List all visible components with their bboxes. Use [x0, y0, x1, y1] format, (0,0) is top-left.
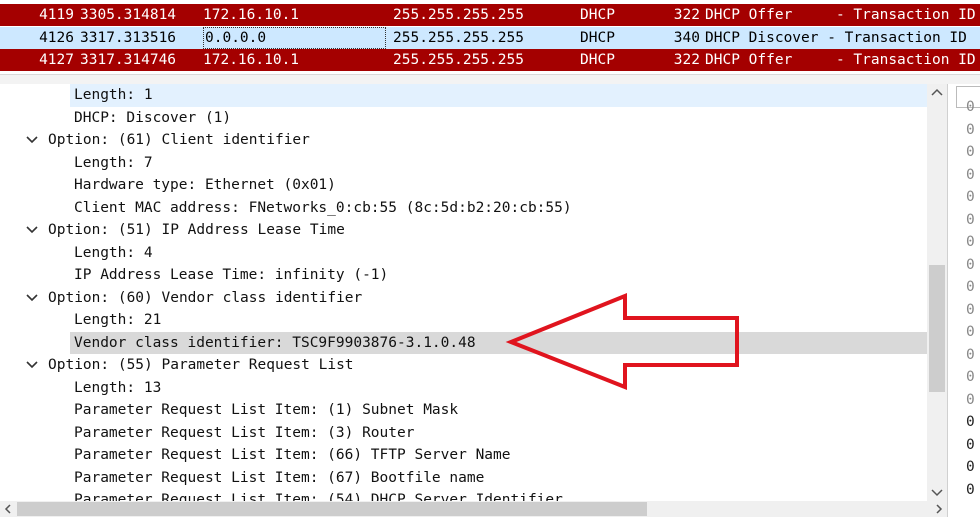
- packet-length: 322: [673, 7, 700, 23]
- tree-node-label: Parameter Request List Item: (66) TFTP S…: [74, 447, 511, 463]
- tree-node-option[interactable]: Option: (60) Vendor class identifier: [0, 287, 927, 310]
- tree-node-label: Length: 21: [74, 312, 162, 328]
- bytes-offset-digit: 0: [966, 211, 975, 228]
- details-vertical-scrollbar[interactable]: [927, 84, 947, 501]
- tree-node-label: Length: 4: [74, 244, 153, 261]
- tree-node-field[interactable]: IP Address Lease Time: infinity (-1): [0, 264, 927, 287]
- packet-info: DHCP Discover - Transaction ID: [705, 30, 967, 46]
- chevron-right-icon: [936, 504, 943, 514]
- tree-node-label: Option: (51) IP Address Lease Time: [48, 222, 345, 238]
- packet-bytes-pane: 0 0 0 0 0 0 0 0 0 0 0 0 0 0 0 0 0 0: [947, 84, 980, 517]
- tree-node-label: Parameter Request List Item: (67) Bootfi…: [74, 469, 485, 486]
- tree-node-field[interactable]: Length: 7: [0, 152, 927, 175]
- scroll-left-button[interactable]: [0, 501, 16, 517]
- tree-node-label: IP Address Lease Time: infinity (-1): [74, 267, 389, 283]
- packet-protocol: DHCP: [580, 30, 615, 46]
- tree-node-field[interactable]: Length: 13: [0, 377, 927, 400]
- bytes-offset-digit: 0: [966, 166, 975, 183]
- packet-details-tree: Length: 1 DHCP: Discover (1) Option: (61) …: [0, 84, 927, 501]
- packet-row[interactable]: 4119 3305.314814 172.16.10.1 255.255.255…: [0, 4, 980, 26]
- hscroll-thumb[interactable]: [17, 502, 647, 516]
- bytes-offset-digit: 0: [966, 369, 975, 385]
- bytes-offset-digit: 0: [966, 346, 975, 363]
- packet-destination: 255.255.255.255: [393, 7, 524, 23]
- packet-info: DHCP Offer - Transaction ID: [705, 7, 976, 23]
- bytes-offset-digit: 0: [966, 279, 975, 295]
- tree-node-label: Length: 13: [74, 379, 162, 396]
- bytes-offset-digit: 0: [966, 391, 975, 408]
- tree-node-field[interactable]: Parameter Request List Item: (3) Router: [0, 422, 927, 445]
- tree-node-label: Option: (60) Vendor class identifier: [48, 289, 363, 306]
- packet-length: 340: [673, 30, 700, 46]
- tree-node-option[interactable]: Option: (51) IP Address Lease Time: [0, 219, 927, 242]
- packet-time: 3305.314814: [80, 7, 177, 23]
- chevron-down-icon[interactable]: [24, 287, 40, 309]
- tree-node-label: Length: 7: [74, 154, 153, 171]
- tree-node-field[interactable]: Length: 21: [0, 309, 927, 332]
- bytes-offset-digit: 0: [966, 256, 975, 273]
- packet-time: 3317.314746: [80, 52, 177, 68]
- bytes-offset-digit: 0: [966, 144, 975, 160]
- tree-node-option[interactable]: Option: (55) Parameter Request List: [0, 354, 927, 377]
- bytes-offset-digit: 0: [966, 459, 975, 475]
- packet-source: 0.0.0.0: [203, 27, 386, 49]
- packet-source: 172.16.10.1: [203, 7, 300, 23]
- packet-number: 4127: [39, 52, 74, 68]
- packet-list: 4119 3305.314814 172.16.10.1 255.255.255…: [0, 0, 980, 74]
- chevron-down-icon[interactable]: [24, 354, 40, 376]
- packet-destination: 255.255.255.255: [393, 52, 524, 68]
- bytes-offset-digit: 0: [966, 324, 975, 340]
- bytes-offset-digit: 0: [966, 301, 975, 318]
- bytes-offset-digit: 0: [966, 481, 975, 498]
- tree-node-field[interactable]: Parameter Request List Item: (67) Bootfi…: [0, 467, 927, 490]
- tree-node-label: Parameter Request List Item: (54) DHCP S…: [74, 492, 563, 501]
- bytes-offset-digit: 0: [966, 436, 975, 453]
- bytes-offset-digit: 0: [966, 121, 975, 138]
- packet-number: 4119: [39, 7, 74, 23]
- tree-node-label: Option: (55) Parameter Request List: [48, 357, 354, 373]
- scroll-thumb[interactable]: [929, 265, 945, 392]
- tree-node-label: Parameter Request List Item: (1) Subnet …: [74, 402, 459, 418]
- tree-node-label: Hardware type: Ethernet (0x01): [74, 177, 336, 193]
- tree-node-label: Length: 1: [74, 87, 153, 103]
- packet-destination: 255.255.255.255: [393, 30, 524, 46]
- packet-number: 4126: [39, 30, 74, 46]
- chevron-left-icon: [4, 504, 11, 514]
- bytes-offset-digit: 0: [966, 414, 975, 430]
- tree-node-option[interactable]: Option: (61) Client identifier: [0, 129, 927, 152]
- packet-protocol: DHCP: [580, 52, 615, 68]
- tree-node-field[interactable]: Parameter Request List Item: (66) TFTP S…: [0, 444, 927, 467]
- bytes-offset-digit: 0: [966, 99, 975, 115]
- tree-node-field[interactable]: DHCP: Discover (1): [0, 107, 927, 130]
- tree-node-field[interactable]: Parameter Request List Item: (1) Subnet …: [0, 399, 927, 422]
- packet-info: DHCP Offer - Transaction ID: [705, 52, 976, 68]
- tree-node-field[interactable]: Hardware type: Ethernet (0x01): [0, 174, 927, 197]
- packet-length: 322: [673, 52, 700, 68]
- tree-node-label: Option: (61) Client identifier: [48, 132, 310, 148]
- chevron-down-icon[interactable]: [24, 129, 40, 151]
- chevron-down-icon: [931, 489, 943, 497]
- tree-node-label: Parameter Request List Item: (3) Router: [74, 424, 415, 441]
- packet-time: 3317.313516: [80, 30, 177, 46]
- bytes-offset-digit: 0: [966, 234, 975, 250]
- tree-node-field[interactable]: Length: 1: [70, 84, 927, 107]
- tree-node-label: Vendor class identifier: TSC9F9903876-3.…: [74, 334, 476, 351]
- packet-row[interactable]: 4127 3317.314746 172.16.10.1 255.255.255…: [0, 49, 980, 71]
- tree-node-label: DHCP: Discover (1): [74, 109, 232, 126]
- tree-node-field[interactable]: Parameter Request List Item: (54) DHCP S…: [0, 489, 927, 501]
- packet-row-selected[interactable]: 4126 3317.313516 0.0.0.0 255.255.255.255…: [0, 27, 980, 49]
- details-horizontal-scrollbar[interactable]: [0, 501, 947, 517]
- tree-node-field[interactable]: Client MAC address: FNetworks_0:cb:55 (8…: [0, 197, 927, 220]
- packet-source: 172.16.10.1: [203, 52, 300, 68]
- chevron-down-icon[interactable]: [24, 219, 40, 241]
- scroll-right-button[interactable]: [931, 501, 947, 517]
- tree-node-field[interactable]: Length: 4: [0, 242, 927, 265]
- tree-node-field[interactable]: Vendor class identifier: TSC9F9903876-3.…: [70, 331, 927, 354]
- packet-protocol: DHCP: [580, 7, 615, 23]
- bytes-offset-digit: 0: [966, 189, 975, 205]
- scroll-up-button[interactable]: [927, 84, 947, 102]
- chevron-up-icon: [931, 88, 943, 96]
- tree-node-label: Client MAC address: FNetworks_0:cb:55 (8…: [74, 199, 572, 216]
- scroll-down-button[interactable]: [927, 483, 947, 501]
